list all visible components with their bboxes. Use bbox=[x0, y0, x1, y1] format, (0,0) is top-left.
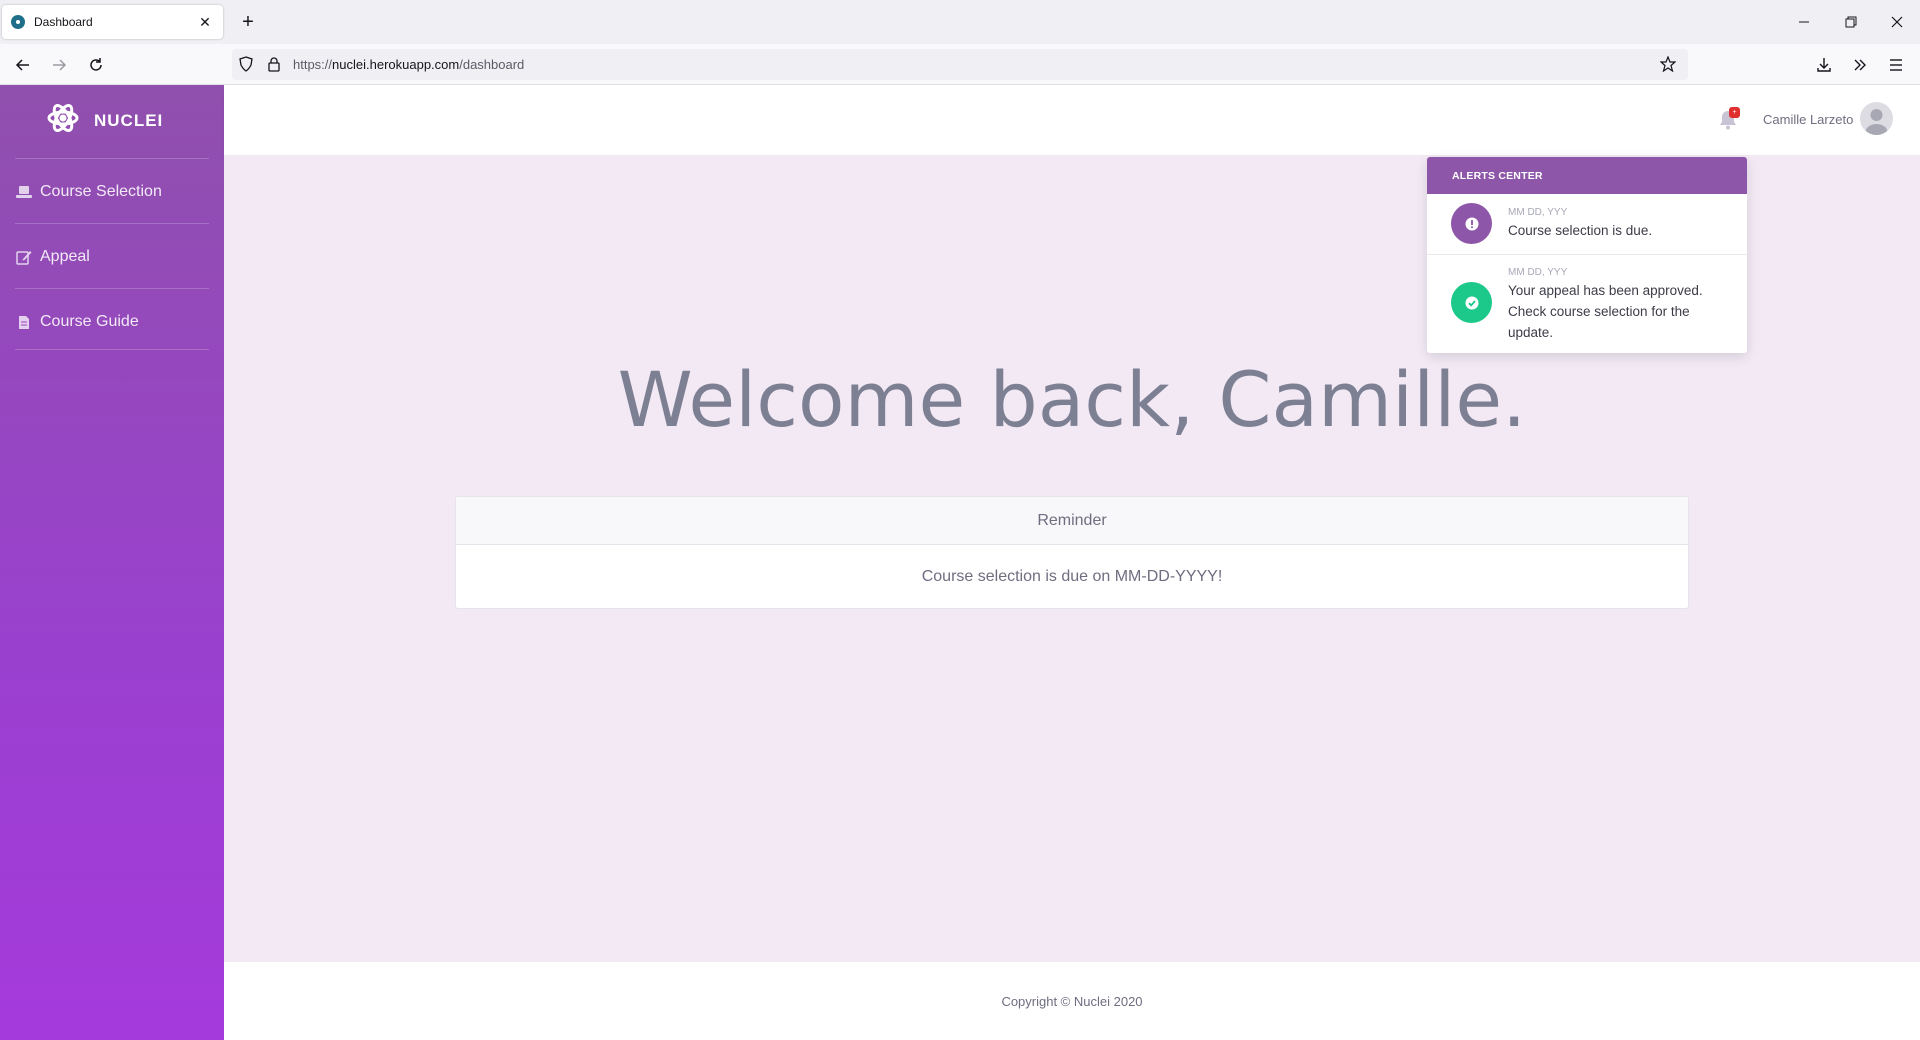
avatar[interactable] bbox=[1860, 102, 1893, 135]
check-icon bbox=[1451, 282, 1492, 323]
alert-date: MM DD, YYY bbox=[1508, 267, 1568, 278]
atom-icon bbox=[46, 101, 80, 140]
card-body: Course selection is due on MM-DD-YYYY! bbox=[921, 568, 1223, 585]
favicon-icon bbox=[11, 15, 25, 29]
browser-nav-bar: https://nuclei.herokuapp.com/dashboard bbox=[0, 44, 1920, 85]
url-text: https://nuclei.herokuapp.com/dashboard bbox=[293, 57, 525, 72]
sidebar-divider bbox=[15, 349, 209, 350]
sidebar-divider bbox=[15, 223, 209, 224]
close-window-icon[interactable] bbox=[1882, 8, 1912, 36]
new-tab-icon[interactable]: + bbox=[236, 10, 260, 34]
alert-item[interactable]: MM DD, YYY Course selection is due. bbox=[1427, 194, 1747, 254]
alert-item[interactable]: MM DD, YYY Your appeal has been approved… bbox=[1427, 255, 1747, 353]
edit-icon bbox=[15, 249, 33, 265]
alerts-dropdown: ALERTS CENTER MM DD, YYY Course selectio… bbox=[1427, 157, 1747, 353]
url-bar[interactable]: https://nuclei.herokuapp.com/dashboard bbox=[232, 49, 1688, 80]
forward-icon[interactable] bbox=[47, 53, 71, 77]
copyright-text: Copyright © Nuclei 2020 bbox=[1001, 993, 1143, 1009]
minimize-icon[interactable] bbox=[1789, 8, 1819, 36]
tab-title: Dashboard bbox=[34, 15, 93, 29]
extensions-overflow-icon[interactable] bbox=[1848, 53, 1872, 77]
brand-logo[interactable]: NUCLEI bbox=[46, 101, 163, 140]
download-icon[interactable] bbox=[1812, 53, 1836, 77]
sidebar-divider bbox=[15, 158, 209, 159]
sidebar: NUCLEI Course Selection Appeal Course Gu… bbox=[0, 85, 224, 1040]
welcome-heading: Welcome back, Camille. bbox=[617, 355, 1527, 444]
sidebar-divider bbox=[15, 288, 209, 289]
alert-date: MM DD, YYY bbox=[1508, 207, 1568, 218]
exclamation-icon bbox=[1451, 203, 1492, 244]
brand-name: NUCLEI bbox=[94, 110, 164, 130]
notification-badge: + bbox=[1729, 107, 1740, 118]
menu-icon[interactable] bbox=[1884, 53, 1908, 77]
sidebar-item-appeal[interactable]: Appeal bbox=[15, 248, 209, 266]
file-icon bbox=[15, 315, 33, 330]
card-header: Reminder bbox=[456, 497, 1688, 545]
alert-text: Course selection is due. bbox=[1508, 223, 1653, 238]
alerts-header: ALERTS CENTER bbox=[1427, 157, 1747, 194]
laptop-icon bbox=[15, 185, 33, 199]
sidebar-item-course-guide[interactable]: Course Guide bbox=[15, 313, 209, 331]
reminder-card: Reminder Course selection is due on MM-D… bbox=[455, 496, 1689, 609]
sidebar-item-course-selection[interactable]: Course Selection bbox=[15, 183, 209, 201]
browser-tab-bar: Dashboard ✕ + bbox=[0, 0, 1920, 44]
close-tab-icon[interactable]: ✕ bbox=[195, 12, 215, 32]
lock-icon[interactable] bbox=[267, 56, 281, 77]
browser-tab[interactable]: Dashboard ✕ bbox=[2, 5, 223, 39]
restore-icon[interactable] bbox=[1836, 8, 1866, 36]
bell-icon bbox=[1719, 111, 1737, 134]
footer: Copyright © Nuclei 2020 bbox=[224, 962, 1920, 1040]
sidebar-item-label: Appeal bbox=[40, 248, 90, 265]
sidebar-item-label: Course Selection bbox=[40, 183, 162, 200]
back-icon[interactable] bbox=[11, 53, 35, 77]
top-bar: + Camille Larzeto bbox=[224, 85, 1920, 155]
shield-icon[interactable] bbox=[238, 56, 254, 77]
bookmark-star-icon[interactable] bbox=[1659, 55, 1677, 77]
notifications-button[interactable]: + bbox=[1719, 107, 1741, 134]
alert-text: Your appeal has been approved. Check cou… bbox=[1508, 283, 1703, 340]
reload-icon[interactable] bbox=[84, 53, 108, 77]
user-name[interactable]: Camille Larzeto bbox=[1763, 112, 1853, 127]
sidebar-item-label: Course Guide bbox=[40, 313, 139, 330]
